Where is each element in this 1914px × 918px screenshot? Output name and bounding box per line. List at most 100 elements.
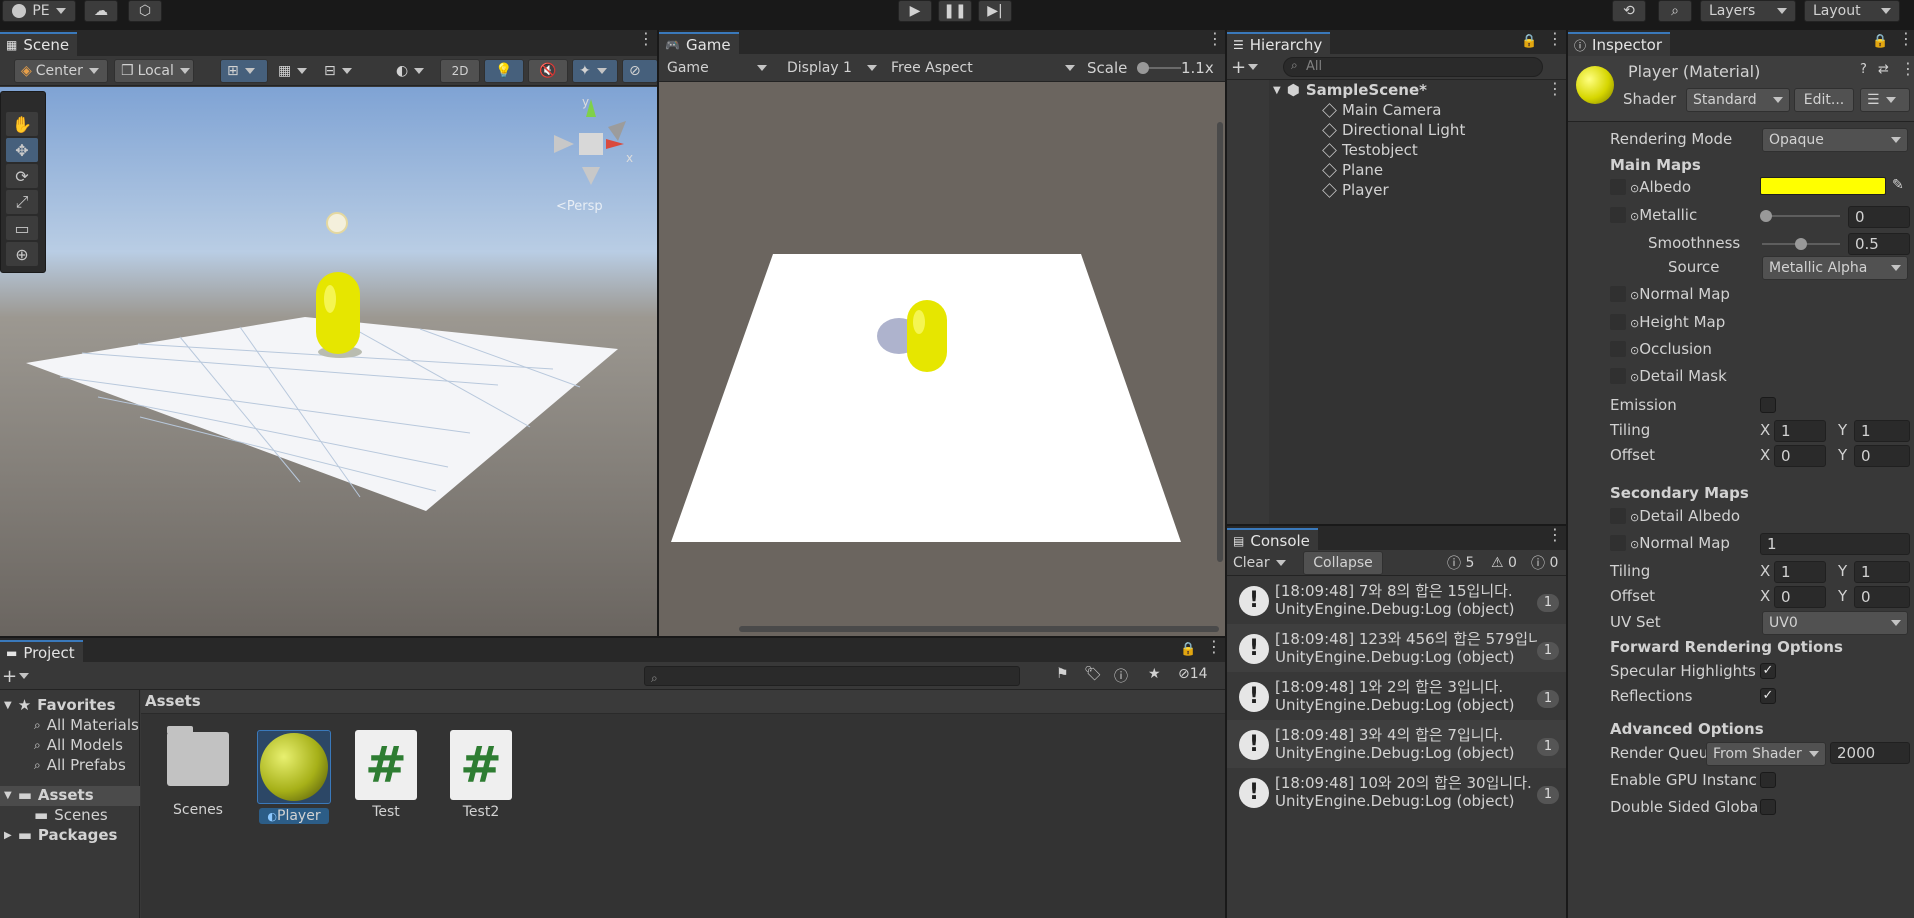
transform-tool-button[interactable]: ⊕	[6, 242, 38, 266]
collapse-button[interactable]: Collapse	[1303, 551, 1383, 575]
sec-normal-map-slot[interactable]	[1610, 535, 1626, 551]
project-menu-icon[interactable]: ⋮	[1206, 639, 1222, 655]
scene-row-menu-icon[interactable]: ⋮	[1547, 81, 1563, 97]
mode-2d-button[interactable]: 2D	[440, 59, 480, 83]
log-entry[interactable]: ! [18:09:48] 3와 4의 합은 7입니다. UnityEngine.De…	[1227, 720, 1566, 768]
orientation-gizmo[interactable]	[546, 97, 636, 187]
tiling-x-field[interactable]: 1	[1774, 420, 1826, 442]
perspective-label[interactable]: <Persp	[556, 199, 603, 214]
tree-scenes-folder[interactable]: ▬ Scenes	[34, 806, 108, 824]
draw-mode-button[interactable]: ◐	[390, 59, 436, 83]
hidden-packages-toggle[interactable]: ⊘14	[1178, 666, 1208, 682]
cloud-button[interactable]: ☁	[84, 0, 118, 22]
scene-menu-icon[interactable]: ⋮	[638, 31, 654, 47]
step-button[interactable]: ▶|	[978, 0, 1012, 22]
hierarchy-menu-icon[interactable]: ⋮	[1547, 31, 1563, 47]
asset-test-script[interactable]: # Test	[346, 730, 426, 820]
layers-dropdown[interactable]: Layers	[1700, 0, 1796, 22]
hidden-objects-toggle[interactable]: ⊘	[622, 59, 657, 83]
texture-picker-icon[interactable]: ⊙	[1630, 538, 1639, 551]
move-tool-button[interactable]: ✥	[6, 138, 38, 162]
warning-filter-toggle[interactable]: ⚠ 0	[1485, 551, 1525, 575]
tab-scene[interactable]: ▦ Scene	[0, 32, 78, 56]
asset-scenes-folder[interactable]: Scenes	[158, 726, 238, 818]
reflections-checkbox[interactable]: ✓	[1760, 688, 1776, 704]
game-menu-icon[interactable]: ⋮	[1207, 31, 1223, 47]
texture-picker-icon[interactable]: ⊙	[1630, 511, 1639, 524]
inspector-menu-icon[interactable]: ⋮	[1898, 31, 1914, 47]
clear-button[interactable]: Clear	[1227, 551, 1287, 575]
eyedropper-icon[interactable]: ✎	[1892, 177, 1904, 193]
play-button[interactable]: ▶	[898, 0, 932, 22]
specular-checkbox[interactable]: ✓	[1760, 663, 1776, 679]
lighting-toggle[interactable]: 💡	[484, 59, 524, 83]
detail-mask-slot[interactable]	[1610, 368, 1626, 384]
scale-tool-button[interactable]: ⤢	[6, 190, 38, 214]
display-dropdown[interactable]: Display 1	[781, 56, 883, 80]
height-map-slot[interactable]	[1610, 314, 1626, 330]
source-dropdown[interactable]: Metallic Alpha	[1762, 256, 1908, 280]
lock-icon[interactable]: 🔒	[1521, 34, 1537, 49]
material-menu-icon[interactable]: ⋮	[1900, 61, 1914, 77]
hierarchy-item-testobject[interactable]: Testobject	[1322, 140, 1418, 160]
metallic-slider-knob[interactable]	[1760, 210, 1772, 222]
grid-visibility-button[interactable]: ▦	[272, 59, 316, 83]
log-entry[interactable]: ! [18:09:48] 123와 456의 합은 579입니다. UnityEng…	[1227, 624, 1566, 672]
albedo-texture-slot[interactable]	[1610, 179, 1626, 195]
favorite-item-all-models[interactable]: ⌕ All Models	[34, 736, 123, 754]
texture-picker-icon[interactable]: ⊙	[1630, 371, 1639, 384]
render-queue-field[interactable]: 2000	[1830, 742, 1910, 764]
sec-normal-scale-field[interactable]: 1	[1760, 533, 1910, 555]
favorites-row[interactable]: ▼ ★ Favorites	[4, 696, 116, 714]
effects-toggle[interactable]: ✦	[572, 59, 618, 83]
hierarchy-item-main-camera[interactable]: Main Camera	[1322, 100, 1441, 120]
hierarchy-search-input[interactable]: All	[1283, 57, 1543, 77]
log-entry[interactable]: ! [18:09:48] 7와 8의 합은 15입니다. UnityEngine.D…	[1227, 576, 1566, 624]
pause-button[interactable]: ❚❚	[938, 0, 972, 22]
project-search-input[interactable]: ⌕	[644, 666, 1020, 686]
tab-hierarchy[interactable]: ☰ Hierarchy	[1227, 32, 1331, 56]
shader-edit-button[interactable]: Edit...	[1794, 88, 1854, 112]
tiling-y-field[interactable]: 1	[1854, 420, 1910, 442]
increment-snap-button[interactable]: ⊟	[318, 59, 368, 83]
assets-row[interactable]: ▼ ▬ Assets	[4, 786, 94, 804]
sec-offset-y-field[interactable]: 0	[1854, 586, 1910, 608]
log-entry[interactable]: ! [18:09:48] 1와 2의 합은 3입니다. UnityEngine.De…	[1227, 672, 1566, 720]
lock-icon[interactable]: 🔒	[1180, 642, 1196, 657]
layout-dropdown[interactable]: Layout	[1804, 0, 1900, 22]
tab-project[interactable]: ▬ Project	[0, 640, 83, 664]
uv-set-dropdown[interactable]: UV0	[1762, 611, 1908, 635]
sec-offset-x-field[interactable]: 0	[1774, 586, 1826, 608]
gpu-instancing-checkbox[interactable]	[1760, 772, 1776, 788]
albedo-color-swatch[interactable]	[1760, 177, 1886, 195]
texture-picker-icon[interactable]: ⊙	[1630, 289, 1639, 302]
smoothness-slider-knob[interactable]	[1795, 238, 1807, 250]
tab-console[interactable]: ▤ Console	[1227, 528, 1318, 552]
hierarchy-add-button[interactable]: +	[1231, 55, 1267, 79]
render-queue-dropdown[interactable]: From Shader	[1706, 742, 1826, 766]
shader-options-button[interactable]: ☰	[1860, 88, 1910, 112]
smoothness-field[interactable]: 0.5	[1848, 233, 1910, 255]
detail-albedo-slot[interactable]	[1610, 508, 1626, 524]
metallic-texture-slot[interactable]	[1610, 207, 1626, 223]
metallic-field[interactable]: 0	[1848, 206, 1910, 228]
packages-row[interactable]: ▶ ▬ Packages	[4, 826, 117, 844]
favorite-star-icon[interactable]: ★	[1148, 666, 1161, 682]
sec-tiling-x-field[interactable]: 1	[1774, 561, 1826, 583]
view-dropdown[interactable]: Game	[661, 56, 773, 80]
offset-y-field[interactable]: 0	[1854, 445, 1910, 467]
account-dropdown[interactable]: PE	[2, 0, 76, 22]
filter-type-icon[interactable]: ⚑	[1056, 666, 1069, 682]
filter-log-icon[interactable]: ⓘ	[1114, 666, 1128, 686]
rendering-mode-dropdown[interactable]: Opaque	[1762, 128, 1908, 152]
rotate-tool-button[interactable]: ⟳	[6, 164, 38, 188]
tab-inspector[interactable]: ⓘ Inspector	[1568, 32, 1670, 56]
texture-picker-icon[interactable]: ⊙	[1630, 210, 1639, 223]
space-dropdown[interactable]: ❒ Local	[114, 59, 194, 83]
emission-checkbox[interactable]	[1760, 397, 1776, 413]
metallic-slider[interactable]	[1760, 210, 1840, 222]
preset-icon[interactable]: ⇄	[1878, 62, 1889, 77]
hand-tool-button[interactable]: ✋	[6, 112, 38, 136]
game-h-scrollbar[interactable]	[739, 626, 1219, 632]
pivot-dropdown[interactable]: ◈ Center	[14, 59, 108, 83]
